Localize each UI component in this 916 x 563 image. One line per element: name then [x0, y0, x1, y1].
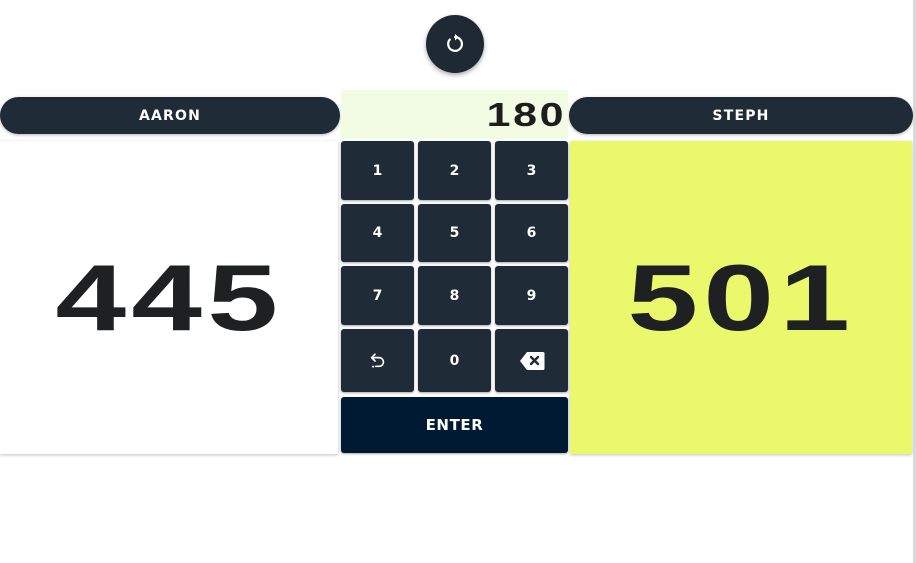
- key-5[interactable]: 5: [418, 204, 491, 262]
- key-8[interactable]: 8: [418, 266, 491, 325]
- reset-button[interactable]: [426, 15, 484, 73]
- score-input-value: 180: [486, 95, 566, 133]
- player-right-score: 501: [627, 244, 855, 350]
- key-9[interactable]: 9: [495, 266, 568, 325]
- backspace-icon: [519, 351, 544, 370]
- player-left-button[interactable]: AARON: [0, 97, 340, 134]
- key-1[interactable]: 1: [341, 141, 414, 200]
- player-left-score-panel: 445: [0, 141, 338, 454]
- enter-button[interactable]: ENTER: [341, 397, 568, 453]
- key-0[interactable]: 0: [418, 329, 491, 392]
- player-left-score: 445: [55, 244, 283, 350]
- score-input-display: 180: [341, 90, 568, 139]
- key-7[interactable]: 7: [341, 266, 414, 325]
- key-6[interactable]: 6: [495, 204, 568, 262]
- undo-button[interactable]: [341, 329, 414, 392]
- key-4[interactable]: 4: [341, 204, 414, 262]
- refresh-icon: [447, 33, 464, 52]
- backspace-button[interactable]: [495, 329, 568, 392]
- key-3[interactable]: 3: [495, 141, 568, 200]
- key-2[interactable]: 2: [418, 141, 491, 200]
- player-right-button[interactable]: STEPH: [569, 97, 913, 134]
- undo-icon: [370, 352, 384, 368]
- player-right-score-panel: 501: [570, 141, 912, 454]
